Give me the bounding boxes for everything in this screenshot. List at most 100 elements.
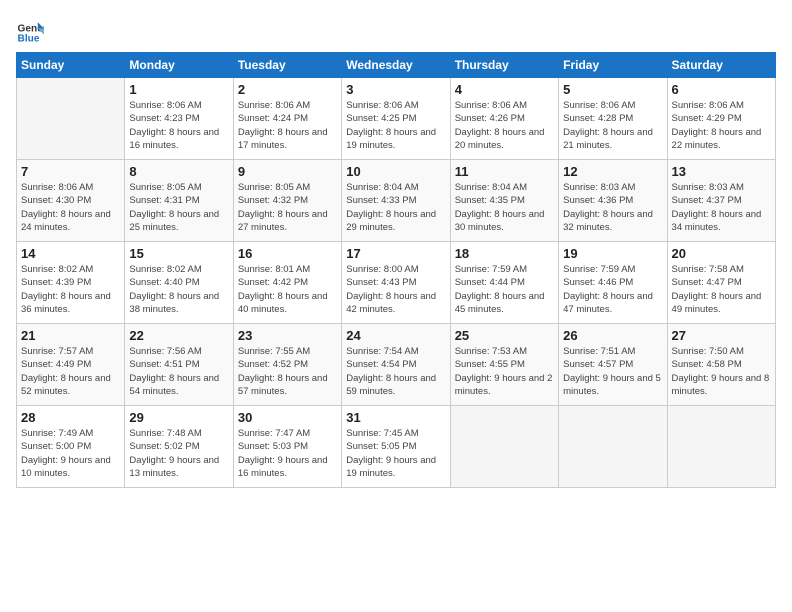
day-number: 17 xyxy=(346,246,445,261)
day-number: 27 xyxy=(672,328,771,343)
day-number: 15 xyxy=(129,246,228,261)
day-info: Sunrise: 7:55 AMSunset: 4:52 PMDaylight:… xyxy=(238,345,337,398)
day-info: Sunrise: 7:45 AMSunset: 5:05 PMDaylight:… xyxy=(346,427,445,480)
day-number: 18 xyxy=(455,246,554,261)
day-number: 10 xyxy=(346,164,445,179)
calendar-cell: 6 Sunrise: 8:06 AMSunset: 4:29 PMDayligh… xyxy=(667,78,775,160)
day-info: Sunrise: 8:05 AMSunset: 4:32 PMDaylight:… xyxy=(238,181,337,234)
col-header-tuesday: Tuesday xyxy=(233,53,341,78)
day-number: 2 xyxy=(238,82,337,97)
calendar-cell: 10 Sunrise: 8:04 AMSunset: 4:33 PMDaylig… xyxy=(342,160,450,242)
calendar-cell xyxy=(450,406,558,488)
calendar-cell: 31 Sunrise: 7:45 AMSunset: 5:05 PMDaylig… xyxy=(342,406,450,488)
calendar-cell: 16 Sunrise: 8:01 AMSunset: 4:42 PMDaylig… xyxy=(233,242,341,324)
day-info: Sunrise: 8:02 AMSunset: 4:39 PMDaylight:… xyxy=(21,263,120,316)
day-number: 4 xyxy=(455,82,554,97)
calendar-cell: 20 Sunrise: 7:58 AMSunset: 4:47 PMDaylig… xyxy=(667,242,775,324)
day-number: 14 xyxy=(21,246,120,261)
day-info: Sunrise: 8:06 AMSunset: 4:28 PMDaylight:… xyxy=(563,99,662,152)
day-info: Sunrise: 8:04 AMSunset: 4:35 PMDaylight:… xyxy=(455,181,554,234)
col-header-thursday: Thursday xyxy=(450,53,558,78)
day-info: Sunrise: 7:59 AMSunset: 4:46 PMDaylight:… xyxy=(563,263,662,316)
day-number: 24 xyxy=(346,328,445,343)
day-info: Sunrise: 7:48 AMSunset: 5:02 PMDaylight:… xyxy=(129,427,228,480)
day-number: 3 xyxy=(346,82,445,97)
day-number: 16 xyxy=(238,246,337,261)
calendar-cell: 8 Sunrise: 8:05 AMSunset: 4:31 PMDayligh… xyxy=(125,160,233,242)
day-info: Sunrise: 8:03 AMSunset: 4:36 PMDaylight:… xyxy=(563,181,662,234)
day-number: 6 xyxy=(672,82,771,97)
calendar-cell: 14 Sunrise: 8:02 AMSunset: 4:39 PMDaylig… xyxy=(17,242,125,324)
calendar-cell: 11 Sunrise: 8:04 AMSunset: 4:35 PMDaylig… xyxy=(450,160,558,242)
week-row-4: 21 Sunrise: 7:57 AMSunset: 4:49 PMDaylig… xyxy=(17,324,776,406)
day-info: Sunrise: 7:58 AMSunset: 4:47 PMDaylight:… xyxy=(672,263,771,316)
col-header-sunday: Sunday xyxy=(17,53,125,78)
week-row-5: 28 Sunrise: 7:49 AMSunset: 5:00 PMDaylig… xyxy=(17,406,776,488)
calendar-cell: 17 Sunrise: 8:00 AMSunset: 4:43 PMDaylig… xyxy=(342,242,450,324)
day-number: 20 xyxy=(672,246,771,261)
calendar-cell: 1 Sunrise: 8:06 AMSunset: 4:23 PMDayligh… xyxy=(125,78,233,160)
calendar-cell: 7 Sunrise: 8:06 AMSunset: 4:30 PMDayligh… xyxy=(17,160,125,242)
calendar-cell: 19 Sunrise: 7:59 AMSunset: 4:46 PMDaylig… xyxy=(559,242,667,324)
calendar-cell: 30 Sunrise: 7:47 AMSunset: 5:03 PMDaylig… xyxy=(233,406,341,488)
calendar-cell: 4 Sunrise: 8:06 AMSunset: 4:26 PMDayligh… xyxy=(450,78,558,160)
day-number: 9 xyxy=(238,164,337,179)
day-number: 19 xyxy=(563,246,662,261)
day-info: Sunrise: 8:06 AMSunset: 4:29 PMDaylight:… xyxy=(672,99,771,152)
day-number: 13 xyxy=(672,164,771,179)
day-number: 25 xyxy=(455,328,554,343)
week-row-1: 1 Sunrise: 8:06 AMSunset: 4:23 PMDayligh… xyxy=(17,78,776,160)
calendar-cell: 15 Sunrise: 8:02 AMSunset: 4:40 PMDaylig… xyxy=(125,242,233,324)
week-row-2: 7 Sunrise: 8:06 AMSunset: 4:30 PMDayligh… xyxy=(17,160,776,242)
calendar-cell: 12 Sunrise: 8:03 AMSunset: 4:36 PMDaylig… xyxy=(559,160,667,242)
col-header-saturday: Saturday xyxy=(667,53,775,78)
day-number: 7 xyxy=(21,164,120,179)
day-info: Sunrise: 8:06 AMSunset: 4:30 PMDaylight:… xyxy=(21,181,120,234)
calendar-cell: 28 Sunrise: 7:49 AMSunset: 5:00 PMDaylig… xyxy=(17,406,125,488)
day-number: 28 xyxy=(21,410,120,425)
calendar-cell: 21 Sunrise: 7:57 AMSunset: 4:49 PMDaylig… xyxy=(17,324,125,406)
day-number: 8 xyxy=(129,164,228,179)
day-info: Sunrise: 7:50 AMSunset: 4:58 PMDaylight:… xyxy=(672,345,771,398)
day-number: 12 xyxy=(563,164,662,179)
day-info: Sunrise: 8:01 AMSunset: 4:42 PMDaylight:… xyxy=(238,263,337,316)
col-header-monday: Monday xyxy=(125,53,233,78)
day-info: Sunrise: 8:00 AMSunset: 4:43 PMDaylight:… xyxy=(346,263,445,316)
calendar-cell: 23 Sunrise: 7:55 AMSunset: 4:52 PMDaylig… xyxy=(233,324,341,406)
day-info: Sunrise: 7:53 AMSunset: 4:55 PMDaylight:… xyxy=(455,345,554,398)
calendar-cell: 3 Sunrise: 8:06 AMSunset: 4:25 PMDayligh… xyxy=(342,78,450,160)
calendar-cell xyxy=(667,406,775,488)
day-info: Sunrise: 7:57 AMSunset: 4:49 PMDaylight:… xyxy=(21,345,120,398)
day-number: 23 xyxy=(238,328,337,343)
calendar-cell: 27 Sunrise: 7:50 AMSunset: 4:58 PMDaylig… xyxy=(667,324,775,406)
week-row-3: 14 Sunrise: 8:02 AMSunset: 4:39 PMDaylig… xyxy=(17,242,776,324)
day-number: 21 xyxy=(21,328,120,343)
day-number: 26 xyxy=(563,328,662,343)
col-header-friday: Friday xyxy=(559,53,667,78)
calendar-cell: 5 Sunrise: 8:06 AMSunset: 4:28 PMDayligh… xyxy=(559,78,667,160)
day-info: Sunrise: 8:03 AMSunset: 4:37 PMDaylight:… xyxy=(672,181,771,234)
logo-icon: General Blue xyxy=(16,16,44,44)
day-info: Sunrise: 8:06 AMSunset: 4:25 PMDaylight:… xyxy=(346,99,445,152)
day-info: Sunrise: 8:06 AMSunset: 4:26 PMDaylight:… xyxy=(455,99,554,152)
calendar-cell xyxy=(559,406,667,488)
day-info: Sunrise: 7:54 AMSunset: 4:54 PMDaylight:… xyxy=(346,345,445,398)
day-info: Sunrise: 8:06 AMSunset: 4:23 PMDaylight:… xyxy=(129,99,228,152)
calendar-cell: 29 Sunrise: 7:48 AMSunset: 5:02 PMDaylig… xyxy=(125,406,233,488)
day-number: 11 xyxy=(455,164,554,179)
calendar-table: SundayMondayTuesdayWednesdayThursdayFrid… xyxy=(16,52,776,488)
day-info: Sunrise: 8:04 AMSunset: 4:33 PMDaylight:… xyxy=(346,181,445,234)
calendar-cell: 24 Sunrise: 7:54 AMSunset: 4:54 PMDaylig… xyxy=(342,324,450,406)
day-info: Sunrise: 7:56 AMSunset: 4:51 PMDaylight:… xyxy=(129,345,228,398)
calendar-cell xyxy=(17,78,125,160)
col-header-wednesday: Wednesday xyxy=(342,53,450,78)
logo: General Blue xyxy=(16,16,44,44)
calendar-cell: 26 Sunrise: 7:51 AMSunset: 4:57 PMDaylig… xyxy=(559,324,667,406)
day-info: Sunrise: 7:49 AMSunset: 5:00 PMDaylight:… xyxy=(21,427,120,480)
calendar-cell: 9 Sunrise: 8:05 AMSunset: 4:32 PMDayligh… xyxy=(233,160,341,242)
day-info: Sunrise: 8:06 AMSunset: 4:24 PMDaylight:… xyxy=(238,99,337,152)
day-number: 1 xyxy=(129,82,228,97)
day-info: Sunrise: 7:59 AMSunset: 4:44 PMDaylight:… xyxy=(455,263,554,316)
calendar-cell: 18 Sunrise: 7:59 AMSunset: 4:44 PMDaylig… xyxy=(450,242,558,324)
day-info: Sunrise: 8:05 AMSunset: 4:31 PMDaylight:… xyxy=(129,181,228,234)
